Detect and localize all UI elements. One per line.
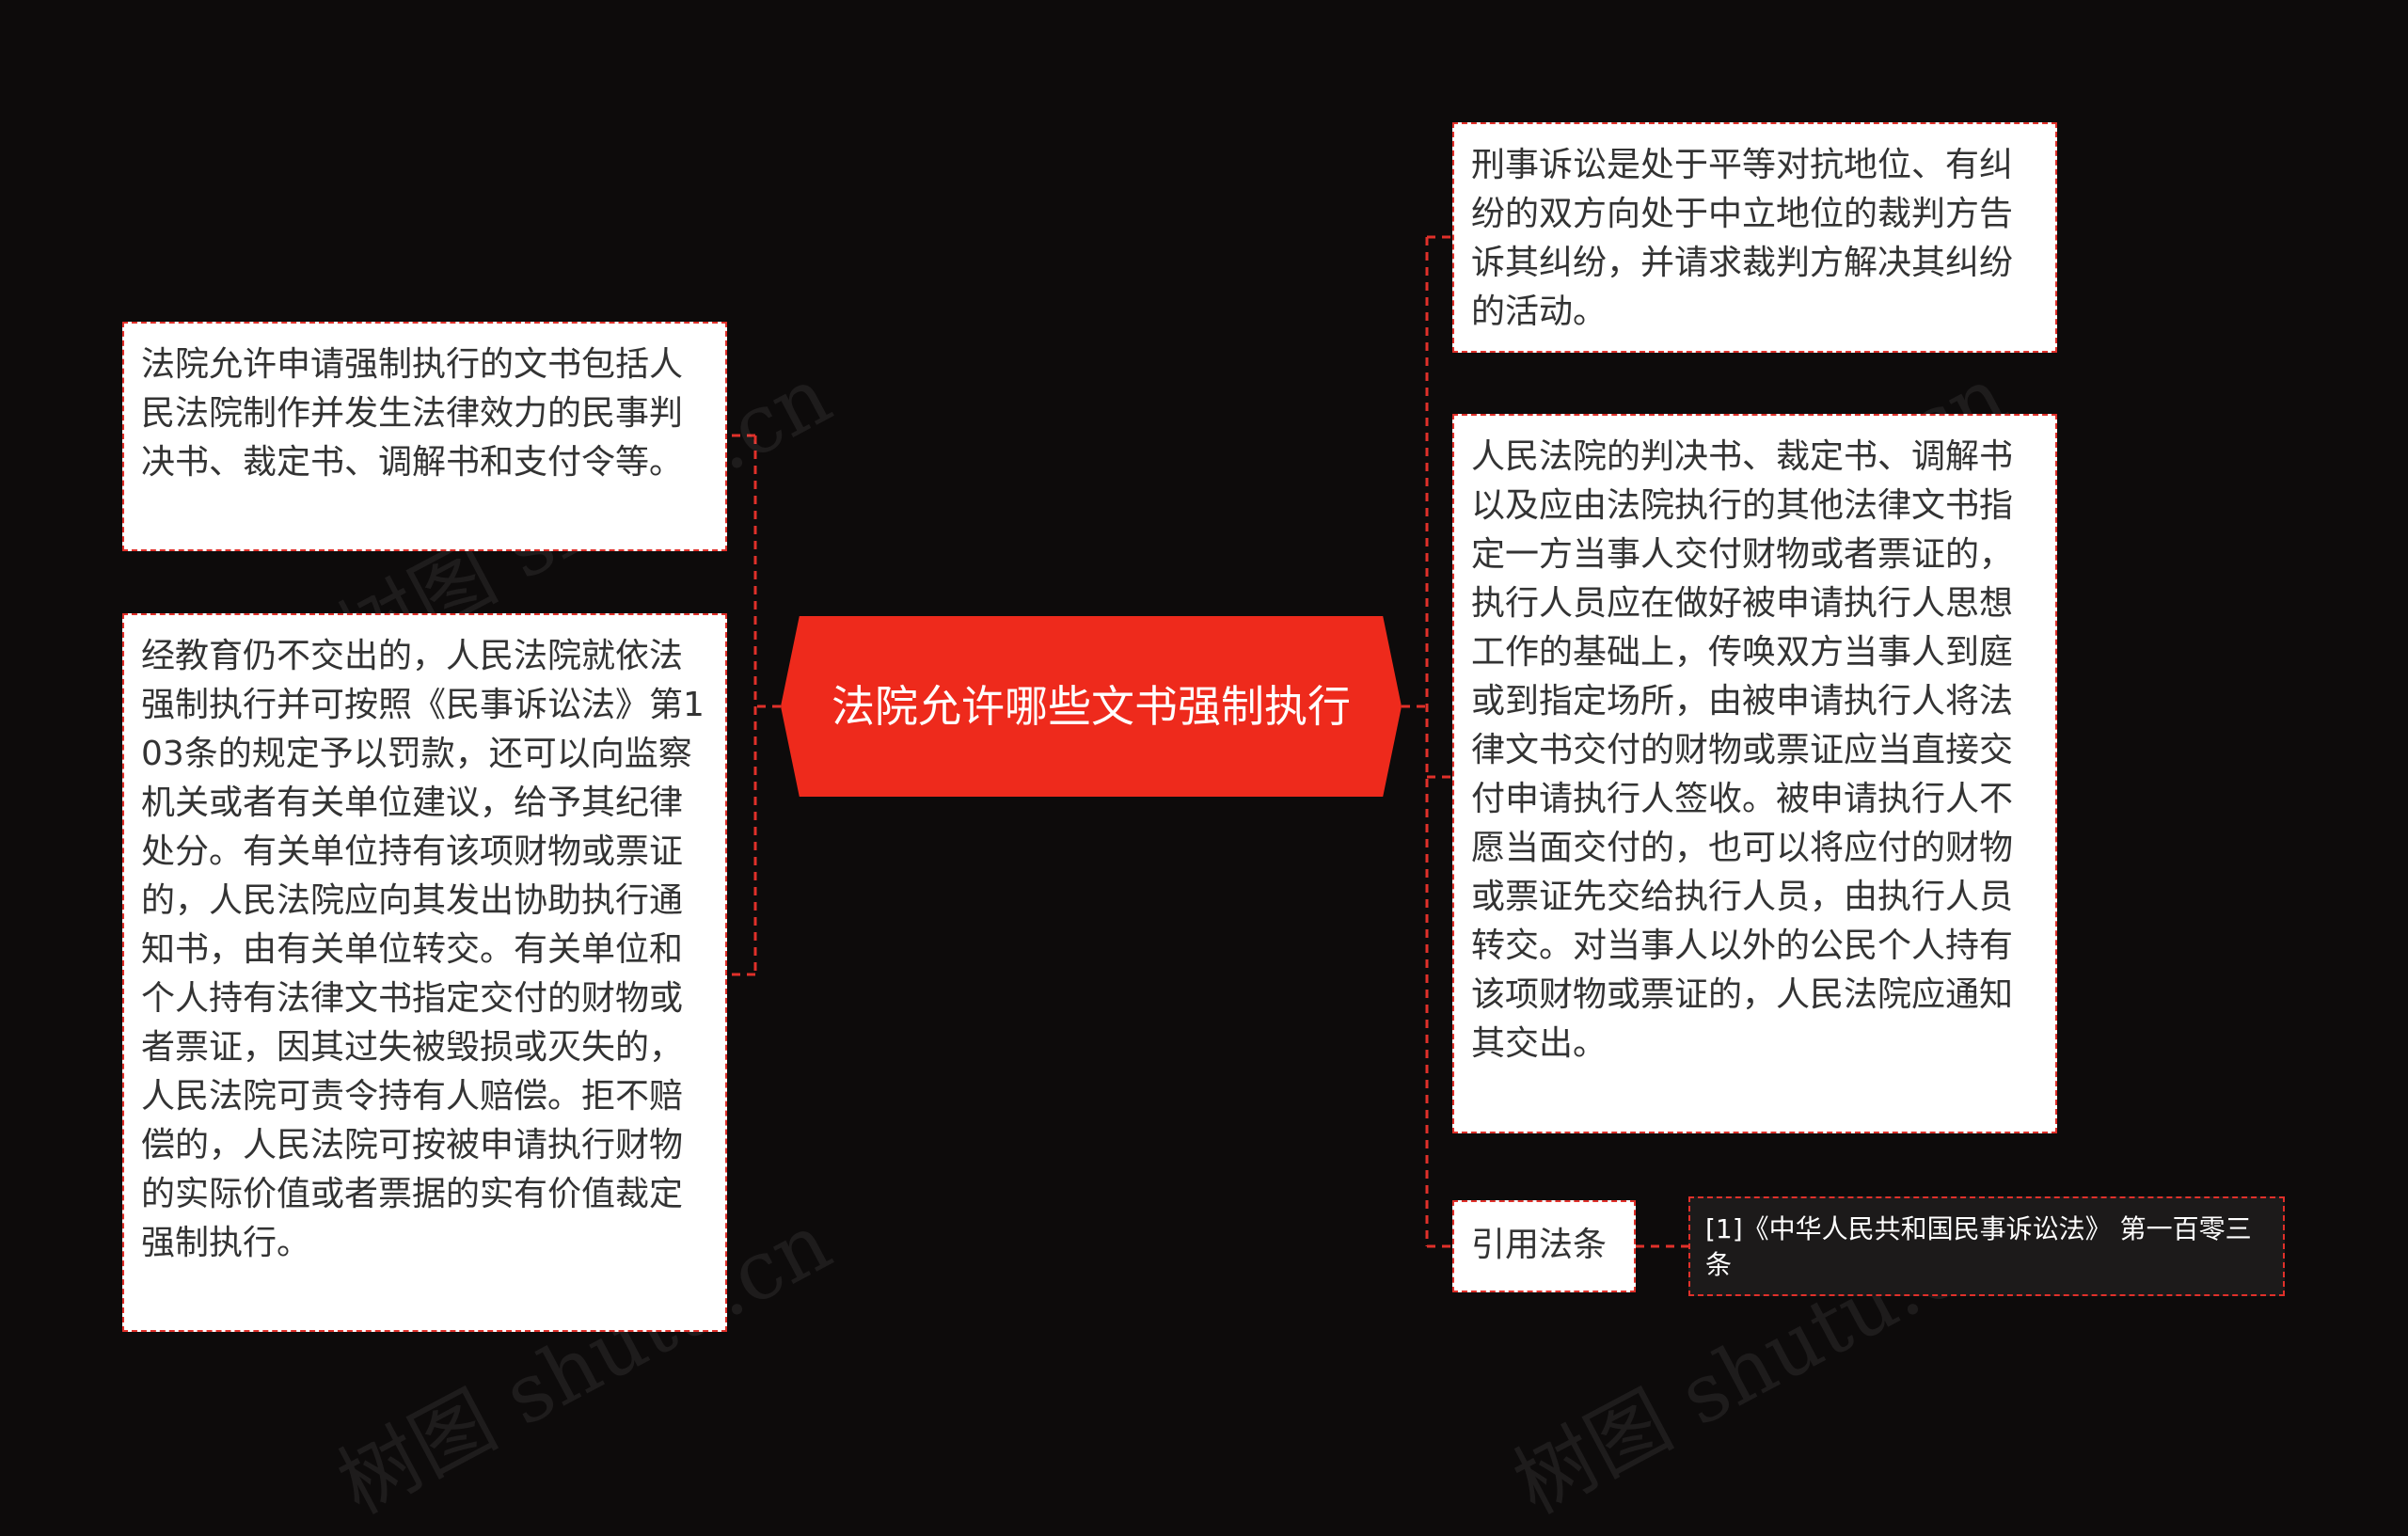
node-text: 人民法院的判决书、裁定书、调解书以及应由法院执行的其他法律文书指定一方当事人交付… bbox=[1471, 437, 2014, 1063]
node-text: 刑事诉讼是处于平等对抗地位、有纠纷的双方向处于中立地位的裁判方告诉其纠纷，并请求… bbox=[1471, 146, 2014, 331]
right-node-definition[interactable]: 刑事诉讼是处于平等对抗地位、有纠纷的双方向处于中立地位的裁判方告诉其纠纷，并请求… bbox=[1452, 122, 2057, 353]
node-text: 经教育仍不交出的，人民法院就依法强制执行并可按照《民事诉讼法》第103条的规定予… bbox=[141, 637, 705, 1262]
right-node-procedure[interactable]: 人民法院的判决书、裁定书、调解书以及应由法院执行的其他法律文书指定一方当事人交付… bbox=[1452, 414, 2057, 1133]
reference-node[interactable]: [1]《中华人民共和国民事诉讼法》 第一百零三条 bbox=[1688, 1196, 2285, 1296]
node-text: 法院允许申请强制执行的文书包括人民法院制作并发生法律效力的民事判决书、裁定书、调… bbox=[141, 345, 684, 482]
root-title: 法院允许哪些文书强制执行 bbox=[832, 681, 1351, 732]
right-node-citation[interactable]: 引用法条 bbox=[1452, 1200, 1636, 1292]
reference-text: [1]《中华人民共和国民事诉讼法》 第一百零三条 bbox=[1705, 1213, 2252, 1280]
node-text: 引用法条 bbox=[1471, 1226, 1608, 1264]
left-node-enforcement[interactable]: 经教育仍不交出的，人民法院就依法强制执行并可按照《民事诉讼法》第103条的规定予… bbox=[122, 613, 727, 1332]
root-node[interactable]: 法院允许哪些文书强制执行 bbox=[781, 616, 1402, 797]
left-node-documents[interactable]: 法院允许申请强制执行的文书包括人民法院制作并发生法律效力的民事判决书、裁定书、调… bbox=[122, 322, 727, 551]
